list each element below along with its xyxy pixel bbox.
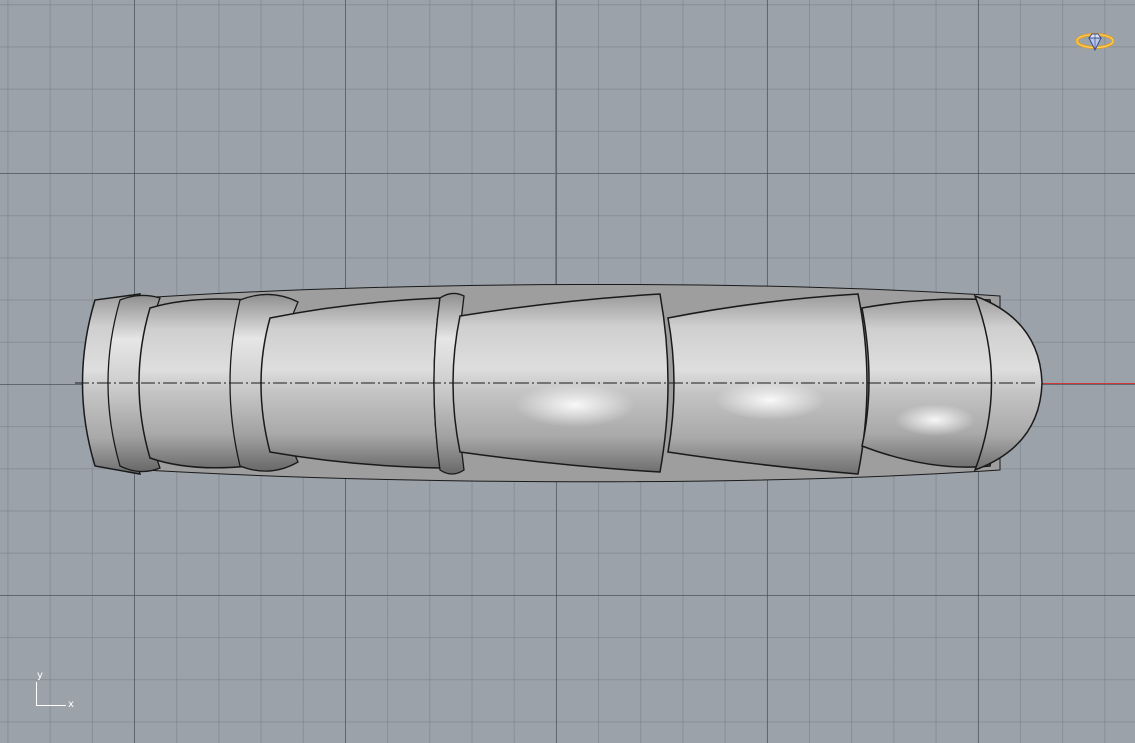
corner-y-line: [36, 682, 37, 706]
specular-highlight-2: [715, 380, 825, 420]
specular-highlight-1: [515, 383, 635, 427]
specular-highlight-3: [895, 404, 975, 436]
rhino-top-viewport[interactable]: y x: [0, 0, 1135, 743]
ring-gem-icon[interactable]: [1074, 28, 1116, 54]
ring-model[interactable]: [0, 0, 1135, 743]
world-axes-indicator: y x: [30, 668, 80, 713]
corner-x-label: x: [68, 699, 74, 710]
corner-x-line: [36, 705, 66, 706]
corner-y-label: y: [37, 670, 43, 681]
